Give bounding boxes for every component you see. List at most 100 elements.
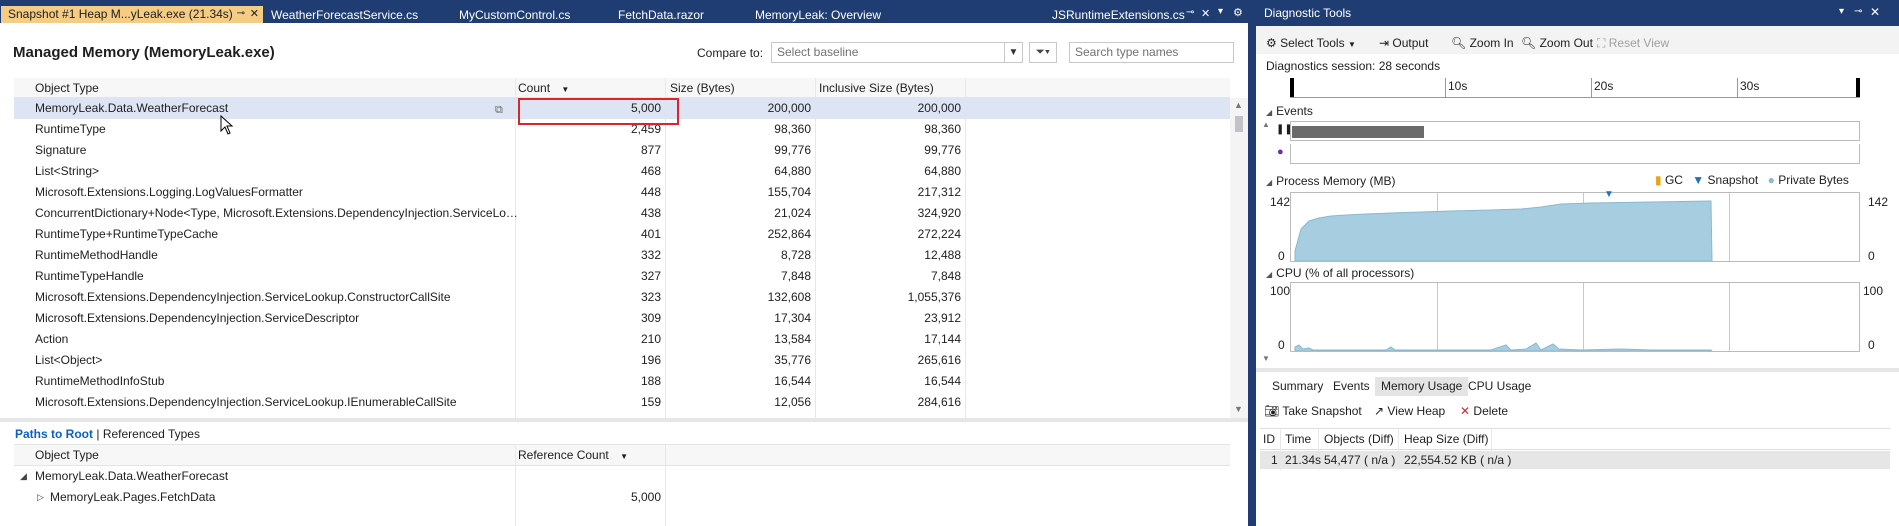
references-icon[interactable]: ⧉ (495, 104, 503, 117)
pane-divider[interactable] (0, 418, 1248, 422)
reset-view-icon: ⛶ (1597, 36, 1606, 50)
count-cell: 468 (640, 164, 661, 178)
table-row[interactable]: RuntimeMethodInfoStub 188 16,544 16,544 (14, 371, 1230, 392)
tab-weatherforecastservice[interactable]: WeatherForecastService.cs (264, 7, 450, 23)
output-button[interactable]: ⇥ Output (1379, 34, 1428, 52)
size-cell: 99,776 (774, 143, 811, 157)
cpu-graph[interactable] (1290, 282, 1860, 352)
table-row[interactable]: RuntimeMethodHandle 332 8,728 12,488 (14, 245, 1230, 266)
column-objects[interactable]: Objects (Diff) (1324, 429, 1394, 449)
snapshot-marker-icon[interactable]: ▼ (1604, 189, 1614, 200)
tab-memory-usage[interactable]: Memory Usage (1375, 377, 1469, 396)
chevron-down-icon[interactable]: ▼ (1004, 43, 1022, 62)
column-object-type[interactable]: Object Type (35, 78, 99, 98)
close-icon[interactable]: ✕ (250, 6, 259, 22)
table-row[interactable]: Microsoft.Extensions.DependencyInjection… (14, 392, 1230, 413)
vertical-scrollbar[interactable]: ▲ ▼ (1230, 98, 1248, 418)
size-cell: 8,728 (780, 248, 811, 262)
scroll-up-icon[interactable]: ▲ (1262, 120, 1270, 129)
tab-memoryleak-overview[interactable]: MemoryLeak: Overview (748, 7, 918, 23)
scroll-up-icon[interactable]: ▲ (1234, 100, 1243, 110)
pin-icon[interactable]: ⊸ (237, 6, 245, 22)
close-icon[interactable]: ✕ (1201, 7, 1210, 20)
scroll-down-icon[interactable]: ▼ (1234, 404, 1243, 414)
tab-label: MemoryLeak: Overview (755, 8, 882, 22)
tab-paths-to-root[interactable]: Paths to Root (15, 427, 93, 441)
snapshot-objects[interactable]: 54,477 ( n/a ) (1324, 451, 1395, 469)
zoom-in-button[interactable]: 🔍︎ Zoom In (1451, 34, 1514, 52)
events-section-header[interactable]: ◢ Events (1266, 104, 1313, 118)
column-count[interactable]: Count ▼ (518, 78, 569, 98)
tab-events[interactable]: Events (1327, 377, 1376, 396)
tab-snapshot-heap[interactable]: Snapshot #1 Heap M...yLeak.exe (21.34s) … (1, 6, 263, 23)
scrollbar-thumb[interactable] (1235, 116, 1243, 132)
table-row[interactable]: RuntimeType+RuntimeTypeCache 401 252,864 27… (14, 224, 1230, 245)
column-time[interactable]: Time (1285, 429, 1311, 449)
table-row[interactable]: List<Object> 196 35,776 265,616 (14, 350, 1230, 371)
view-heap-button[interactable]: ↗ View Heap (1374, 402, 1445, 420)
break-event-bar[interactable] (1292, 126, 1424, 138)
process-memory-graph[interactable]: ▼ (1290, 189, 1860, 262)
pin-icon[interactable]: ⊸ (1186, 7, 1194, 18)
column-heap-size[interactable]: Heap Size (Diff) (1404, 429, 1488, 449)
timeline-ruler[interactable]: 10s 20s 30s (1290, 78, 1860, 98)
cpu-section-header[interactable]: ◢ CPU (% of all processors) (1266, 266, 1414, 280)
tab-cpu-usage[interactable]: CPU Usage (1462, 377, 1537, 396)
tab-jsruntimeextensions[interactable]: JSRuntimeExtensions.cs (1045, 7, 1225, 23)
snapshot-heap[interactable]: 22,554.52 KB ( n/a ) (1404, 451, 1511, 469)
section-label: Process Memory (MB) (1276, 174, 1396, 188)
table-row[interactable]: Microsoft.Extensions.DependencyInjection… (14, 308, 1230, 329)
pane-splitter[interactable] (1248, 0, 1256, 526)
column-size[interactable]: Size (Bytes) (670, 78, 735, 98)
tab-referenced-types[interactable]: Referenced Types (103, 427, 200, 441)
column-label: Reference Count (518, 448, 609, 462)
timeline-start-handle[interactable] (1290, 78, 1294, 98)
dropdown-icon[interactable]: ▾ (1839, 6, 1844, 17)
snapshot-time[interactable]: 21.34s (1285, 451, 1321, 469)
select-tools-button[interactable]: ⚙ Select Tools ▼ (1266, 34, 1356, 52)
scroll-down-icon[interactable]: ▼ (1262, 354, 1270, 363)
inclusive-size-cell: 217,312 (917, 185, 961, 199)
object-type-cell: ConcurrentDictionary+Node<Type, Microsof… (35, 206, 518, 220)
table-row[interactable]: List<String> 468 64,880 64,880 (14, 161, 1230, 182)
paths-row[interactable]: ▷ MemoryLeak.Pages.FetchData 5,000 (14, 487, 1230, 508)
tab-mycustomcontrol[interactable]: MyCustomControl.cs (452, 7, 609, 23)
take-snapshot-button[interactable]: 📷︎ Take Snapshot (1264, 402, 1362, 420)
delete-button[interactable]: ✕ Delete (1460, 402, 1508, 420)
pane-divider[interactable] (1256, 368, 1899, 372)
reset-view-button[interactable]: ⛶ Reset View (1597, 34, 1669, 52)
gear-icon[interactable]: ⚙ (1233, 6, 1243, 19)
zoom-out-button[interactable]: 🔍︎ Zoom Out (1521, 34, 1593, 52)
column-id[interactable]: ID (1263, 429, 1275, 449)
tab-overflow-icon[interactable]: ▾ (1218, 6, 1223, 17)
table-row[interactable]: Action 210 13,584 17,144 (14, 329, 1230, 350)
inclusive-size-cell: 64,880 (924, 164, 961, 178)
expand-icon[interactable]: ▷ (37, 487, 44, 508)
table-row[interactable]: RuntimeTypeHandle 327 7,848 7,848 (14, 266, 1230, 287)
column-inclusive-size[interactable]: Inclusive Size (Bytes) (819, 78, 934, 98)
paths-row[interactable]: ◢ MemoryLeak.Data.WeatherForecast (14, 466, 1230, 487)
tab-fetchdata[interactable]: FetchData.razor (611, 7, 746, 23)
events-track-intellitrace[interactable] (1290, 144, 1860, 164)
tab-summary[interactable]: Summary (1266, 377, 1329, 396)
column-object-type[interactable]: Object Type (35, 445, 99, 465)
filter-icon[interactable]: ⏷▾ (1029, 42, 1057, 63)
baseline-select[interactable]: Select baseline ▼ (771, 42, 1023, 63)
table-row[interactable]: Microsoft.Extensions.DependencyInjection… (14, 287, 1230, 308)
table-row[interactable]: ConcurrentDictionary+Node<Type, Microsof… (14, 203, 1230, 224)
timeline-end-handle[interactable] (1856, 78, 1860, 98)
search-input[interactable]: Search type names (1069, 42, 1234, 63)
events-track-break[interactable] (1290, 121, 1860, 141)
object-type-cell: Microsoft.Extensions.DependencyInjection… (35, 290, 451, 304)
column-reference-count[interactable]: Reference Count ▼ (518, 445, 628, 465)
table-row[interactable]: Signature 877 99,776 99,776 (14, 140, 1230, 161)
pin-icon[interactable]: ⊸ (1854, 6, 1862, 17)
table-row[interactable]: Microsoft.Extensions.Logging.LogValuesFo… (14, 182, 1230, 203)
process-memory-header[interactable]: ◢ Process Memory (MB) (1266, 174, 1396, 188)
diagnostic-tools-pane: Diagnostic Tools ▾ ⊸ ✕ ⚙ Select Tools ▼ … (1256, 0, 1899, 526)
collapse-icon[interactable]: ◢ (20, 466, 27, 487)
size-cell: 13,584 (774, 332, 811, 346)
inclusive-size-cell: 1,055,376 (907, 290, 961, 304)
button-label: Select Tools (1280, 36, 1345, 50)
close-icon[interactable]: ✕ (1870, 5, 1880, 19)
